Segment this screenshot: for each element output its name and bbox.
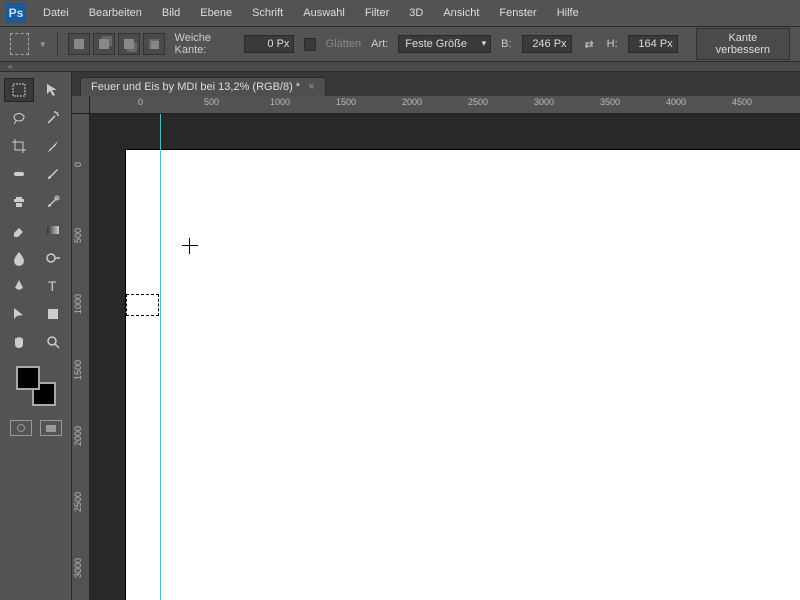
menu-schrift[interactable]: Schrift: [243, 3, 292, 23]
ruler-h-label: 1500: [336, 97, 356, 107]
move-tool[interactable]: [38, 78, 68, 102]
clone-stamp-tool[interactable]: [4, 190, 34, 214]
magic-wand-tool[interactable]: [38, 106, 68, 130]
ruler-origin[interactable]: [72, 96, 90, 114]
document-area: Feuer und Eis by MDI bei 13,2% (RGB/8) *…: [72, 72, 800, 600]
app-logo: Ps: [6, 3, 26, 23]
menu-ansicht[interactable]: Ansicht: [434, 3, 488, 23]
screen-mode-icon[interactable]: [40, 420, 62, 436]
ruler-h-label: 2500: [468, 97, 488, 107]
foreground-color-swatch[interactable]: [16, 366, 40, 390]
swap-dimensions-icon[interactable]: ⇄: [582, 35, 597, 53]
menu-hilfe[interactable]: Hilfe: [548, 3, 588, 23]
vertical-guide[interactable]: [160, 114, 161, 600]
pen-tool[interactable]: [4, 274, 34, 298]
refine-edge-button[interactable]: Kante verbessern: [696, 28, 790, 60]
menu-datei[interactable]: Datei: [34, 3, 78, 23]
feather-input[interactable]: [244, 35, 294, 53]
shape-tool[interactable]: [38, 302, 68, 326]
healing-brush-tool[interactable]: [4, 162, 34, 186]
document-tab-strip: Feuer und Eis by MDI bei 13,2% (RGB/8) *…: [72, 72, 800, 96]
menu-filter[interactable]: Filter: [356, 3, 398, 23]
ruler-v-label: 3000: [73, 558, 83, 578]
ruler-h-label: 2000: [402, 97, 422, 107]
zoom-tool[interactable]: [38, 330, 68, 354]
ruler-v-label: 0: [73, 162, 83, 167]
ruler-h-label: 1000: [270, 97, 290, 107]
close-tab-icon[interactable]: ×: [308, 81, 314, 93]
svg-text:T: T: [48, 278, 57, 294]
menu-auswahl[interactable]: Auswahl: [294, 3, 354, 23]
vertical-ruler[interactable]: 0 500 1000 1500 2000 2500 3000: [72, 114, 90, 600]
current-tool-icon[interactable]: [10, 33, 29, 55]
tools-panel: T: [0, 72, 72, 600]
ruler-h-label: 3000: [534, 97, 554, 107]
cursor-crosshair-icon: [182, 238, 198, 254]
menu-bearbeiten[interactable]: Bearbeiten: [80, 3, 151, 23]
menu-3d[interactable]: 3D: [400, 3, 432, 23]
marquee-tool[interactable]: [4, 78, 34, 102]
crop-tool[interactable]: [4, 134, 34, 158]
ruler-h-label: 4500: [732, 97, 752, 107]
gradient-tool[interactable]: [38, 218, 68, 242]
color-swatches[interactable]: [16, 366, 56, 406]
blur-tool[interactable]: [4, 246, 34, 270]
ruler-v-label: 1500: [73, 360, 83, 380]
options-bar: ▼ Weiche Kante: Glätten Art: Feste Größe…: [0, 26, 800, 62]
path-selection-tool[interactable]: [4, 302, 34, 326]
ruler-v-label: 500: [73, 228, 83, 243]
selection-add-icon[interactable]: [93, 33, 115, 55]
menu-bar: Ps Datei Bearbeiten Bild Ebene Schrift A…: [0, 0, 800, 26]
quick-mask-mode-icon[interactable]: [10, 420, 32, 436]
ruler-h-label: 4000: [666, 97, 686, 107]
dodge-tool[interactable]: [38, 246, 68, 270]
hand-tool[interactable]: [4, 330, 34, 354]
brush-tool[interactable]: [38, 162, 68, 186]
document-canvas[interactable]: [126, 150, 800, 600]
canvas-viewport[interactable]: [90, 114, 800, 600]
antialias-label: Glätten: [326, 38, 361, 50]
selection-subtract-icon[interactable]: [118, 33, 140, 55]
menu-bild[interactable]: Bild: [153, 3, 189, 23]
ruler-h-label: 3500: [600, 97, 620, 107]
menu-ebene[interactable]: Ebene: [191, 3, 241, 23]
horizontal-ruler[interactable]: 0 500 1000 1500 2000 2500 3000 3500 4000…: [90, 96, 800, 114]
menu-fenster[interactable]: Fenster: [490, 3, 545, 23]
eyedropper-tool[interactable]: [38, 134, 68, 158]
marquee-selection: [126, 294, 159, 316]
eraser-tool[interactable]: [4, 218, 34, 242]
history-brush-tool[interactable]: [38, 190, 68, 214]
height-label: H:: [607, 38, 618, 50]
ruler-v-label: 1000: [73, 294, 83, 314]
ruler-v-label: 2000: [73, 426, 83, 446]
tool-preset-dropdown-icon[interactable]: ▼: [39, 40, 47, 49]
document-tab[interactable]: Feuer und Eis by MDI bei 13,2% (RGB/8) *…: [80, 77, 326, 96]
ruler-h-label: 500: [204, 97, 219, 107]
style-label: Art:: [371, 38, 388, 50]
type-tool[interactable]: T: [38, 274, 68, 298]
width-label: B:: [501, 38, 511, 50]
width-input[interactable]: [522, 35, 572, 53]
style-select[interactable]: Feste Größe: [398, 35, 491, 53]
feather-label: Weiche Kante:: [175, 32, 235, 56]
antialias-checkbox: [304, 38, 315, 51]
collapse-bar[interactable]: «: [0, 62, 800, 72]
document-tab-title: Feuer und Eis by MDI bei 13,2% (RGB/8) *: [91, 81, 300, 93]
lasso-tool[interactable]: [4, 106, 34, 130]
selection-intersect-icon[interactable]: [143, 33, 165, 55]
ruler-v-label: 2500: [73, 492, 83, 512]
height-input[interactable]: [628, 35, 678, 53]
selection-mode-group: [68, 33, 165, 55]
selection-new-icon[interactable]: [68, 33, 90, 55]
ruler-h-label: 0: [138, 97, 143, 107]
